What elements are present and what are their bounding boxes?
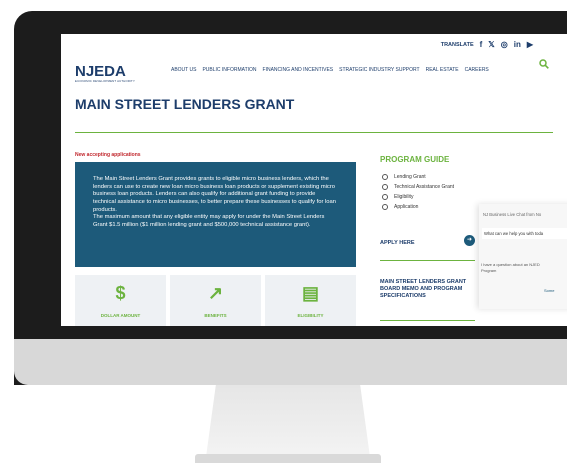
chat-option-some[interactable]: Some [544, 288, 554, 293]
bullet-icon [382, 174, 388, 180]
description-paragraph-2: The maximum amount that any eligible ent… [93, 214, 325, 228]
chat-option-continued: Program [481, 268, 497, 273]
browser-screen: TRANSLATE f 𝕏 ◎ in ▶ NJEDA ECONOMIC DEVE… [61, 34, 567, 326]
bullet-icon [382, 204, 388, 210]
info-cards: $ DOLLAR AMOUNT ↗ BENEFITS ▤ ELIGIBILITY [75, 275, 356, 326]
nav-financing-incentives[interactable]: FINANCING AND INCENTIVES [263, 67, 334, 73]
page-title: MAIN STREET LENDERS GRANT [75, 96, 295, 112]
guide-item-label: Application [394, 204, 419, 210]
guide-item-application[interactable]: Application [382, 204, 454, 210]
x-icon[interactable]: 𝕏 [488, 40, 494, 49]
chat-option[interactable]: I have a question about an NJED [481, 262, 540, 267]
guide-item-technical-assistance[interactable]: Technical Assistance Grant [382, 184, 454, 190]
description-paragraph-1: The Main Street Lenders Grant provides g… [93, 176, 336, 213]
guide-item-label: Eligibility [394, 194, 414, 200]
board-memo-link[interactable]: MAIN STREET LENDERS GRANT BOARD MEMO AND… [380, 279, 480, 300]
nav-about-us[interactable]: ABOUT US [171, 67, 196, 73]
guide-item-label: Lending Grant [394, 174, 426, 180]
dollar-icon: $ [115, 283, 126, 303]
apply-here-link[interactable]: APPLY HERE [380, 240, 415, 246]
card-dollar-amount[interactable]: $ DOLLAR AMOUNT [75, 275, 166, 326]
sidebar-divider [380, 320, 475, 321]
sidebar-divider [380, 260, 475, 261]
chat-prompt[interactable]: What can we help you with toda [482, 228, 567, 239]
guide-item-lending-grant[interactable]: Lending Grant [382, 174, 454, 180]
program-guide-title: PROGRAM GUIDE [380, 155, 450, 164]
logo-text: NJEDA [75, 63, 126, 80]
trend-up-icon: ↗ [207, 283, 224, 303]
program-guide-list: Lending Grant Technical Assistance Grant… [382, 174, 454, 214]
guide-item-eligibility[interactable]: Eligibility [382, 194, 454, 200]
bullet-icon [382, 184, 388, 190]
search-icon[interactable] [539, 59, 549, 69]
nav-strategic-industry-support[interactable]: STRATEGIC INDUSTRY SUPPORT [339, 67, 419, 73]
youtube-icon[interactable]: ▶ [527, 40, 533, 49]
logo-tagline: ECONOMIC DEVELOPMENT AUTHORITY [75, 79, 136, 83]
card-label: ELIGIBILITY [297, 313, 324, 318]
utility-bar: TRANSLATE f 𝕏 ◎ in ▶ [441, 40, 533, 49]
instagram-icon[interactable]: ◎ [501, 40, 508, 49]
title-divider [75, 132, 553, 133]
main-nav: ABOUT US PUBLIC INFORMATION FINANCING AN… [171, 67, 489, 73]
nav-real-estate[interactable]: REAL ESTATE [426, 67, 459, 73]
apply-arrow-icon[interactable]: ➜ [464, 235, 475, 246]
chat-title: NJ Business Live Chat from No [483, 212, 542, 217]
translate-link[interactable]: TRANSLATE [441, 42, 474, 48]
nav-public-information[interactable]: PUBLIC INFORMATION [202, 67, 256, 73]
nav-careers[interactable]: CAREERS [465, 67, 489, 73]
monitor-stand [206, 385, 370, 457]
live-chat-widget[interactable]: NJ Business Live Chat from No What can w… [479, 204, 567, 309]
facebook-icon[interactable]: f [480, 40, 483, 49]
card-label: DOLLAR AMOUNT [100, 313, 141, 318]
njeda-logo[interactable]: NJEDA ECONOMIC DEVELOPMENT AUTHORITY [75, 63, 135, 83]
program-description: The Main Street Lenders Grant provides g… [75, 162, 356, 267]
card-benefits[interactable]: ↗ BENEFITS [170, 275, 261, 326]
guide-item-label: Technical Assistance Grant [394, 184, 455, 190]
status-text: New accepting applications [75, 152, 141, 158]
card-eligibility[interactable]: ▤ ELIGIBILITY [265, 275, 356, 326]
monitor-chin [14, 339, 567, 385]
card-label: BENEFITS [204, 313, 227, 318]
monitor-base [195, 454, 381, 463]
bullet-icon [382, 194, 388, 200]
clipboard-icon: ▤ [301, 283, 319, 303]
linkedin-icon[interactable]: in [514, 40, 521, 49]
